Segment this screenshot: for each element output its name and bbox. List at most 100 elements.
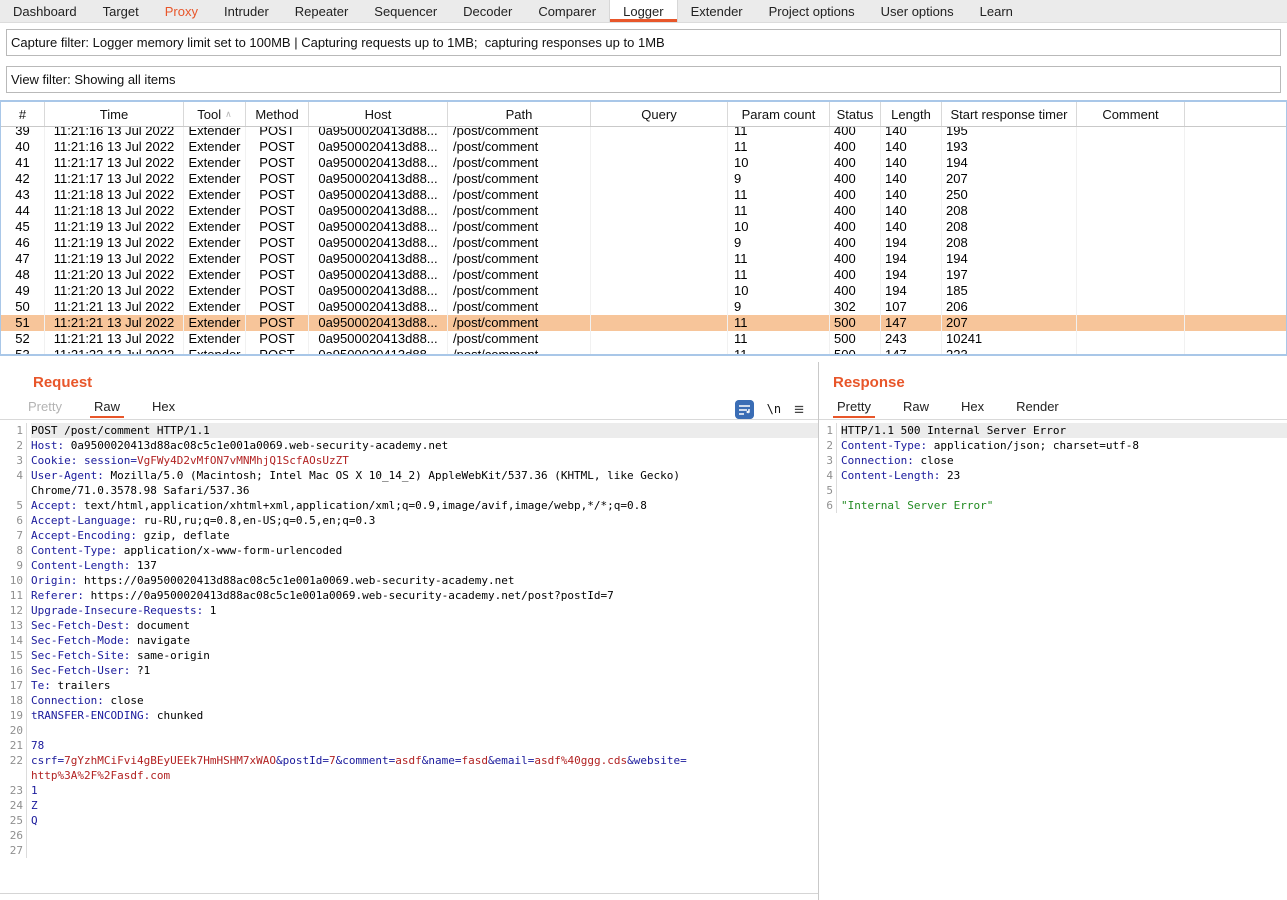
line-number: 4 [819,468,837,483]
cell-comment [1077,251,1185,267]
table-row[interactable]: 4211:21:17 13 Jul 2022ExtenderPOST0a9500… [1,171,1286,187]
main-tab-dashboard[interactable]: Dashboard [0,0,90,22]
cell-query [591,347,728,356]
editor-menu-icon[interactable]: ≡ [794,401,804,418]
main-tab-logger[interactable]: Logger [609,0,677,22]
main-tab-repeater[interactable]: Repeater [282,0,361,22]
column-label: Path [506,107,533,122]
syntax-segment: Host: [31,439,64,452]
cell-status: 400 [830,235,881,251]
cell-length: 140 [881,127,942,139]
line-number: 17 [0,678,27,693]
column-header-method[interactable]: Method [246,102,309,126]
response-tab-pretty[interactable]: Pretty [835,398,873,418]
cell-query [591,235,728,251]
table-row[interactable]: 5011:21:21 13 Jul 2022ExtenderPOST0a9500… [1,299,1286,315]
column-header-query[interactable]: Query [591,102,728,126]
table-row[interactable]: 4011:21:16 13 Jul 2022ExtenderPOST0a9500… [1,139,1286,155]
column-header-param-count[interactable]: Param count [728,102,830,126]
main-tab-extender[interactable]: Extender [678,0,756,22]
line-content: csrf=7gYzhMCiFvi4gBEyUEEk7HmHSHM7xWAO&po… [31,753,818,768]
line-content: Content-Length: 23 [841,468,1287,483]
column-header-length[interactable]: Length [881,102,942,126]
cell-start-response-timer: 207 [942,315,1077,331]
word-wrap-icon[interactable] [735,400,754,419]
table-row-selected[interactable]: 5111:21:21 13 Jul 2022ExtenderPOST0a9500… [1,315,1286,331]
cell-path: /post/comment [448,283,591,299]
syntax-segment: 137 [130,559,157,572]
column-header-time[interactable]: Time [45,102,184,126]
request-editor[interactable]: 1POST /post/comment HTTP/1.12Host: 0a950… [0,420,818,894]
main-tab-target[interactable]: Target [90,0,152,22]
column-header--[interactable]: # [1,102,45,126]
response-tab-render[interactable]: Render [1014,398,1061,418]
view-filter-bar[interactable]: View filter: Showing all items [6,66,1281,93]
cell-method: POST [246,283,309,299]
line-content: Te: trailers [31,678,818,693]
capture-filter-bar[interactable]: Capture filter: Logger memory limit set … [6,29,1281,56]
syntax-segment: 23 [940,469,960,482]
table-row[interactable]: 5311:21:22 13 Jul 2022ExtenderPOST0a9500… [1,347,1286,356]
cell-comment [1077,219,1185,235]
main-tab-user-options[interactable]: User options [868,0,967,22]
cell-path: /post/comment [448,315,591,331]
cell-param-count: 11 [728,251,830,267]
table-row[interactable]: 5211:21:21 13 Jul 2022ExtenderPOST0a9500… [1,331,1286,347]
table-row[interactable]: 4711:21:19 13 Jul 2022ExtenderPOST0a9500… [1,251,1286,267]
main-tab-intruder[interactable]: Intruder [211,0,282,22]
cell-start-response-timer: 10241 [942,331,1077,347]
syntax-segment: Connection: [31,694,104,707]
syntax-segment: HTTP/1.1 500 Internal Server Error [841,424,1066,437]
column-header-start-response-timer[interactable]: Start response timer [942,102,1077,126]
syntax-segment: POST /post/comment HTTP/1.1 [31,424,210,437]
cell-status: 500 [830,315,881,331]
column-header-status[interactable]: Status [830,102,881,126]
request-tab-hex[interactable]: Hex [150,398,177,418]
main-tab-learn[interactable]: Learn [967,0,1026,22]
column-header-tool[interactable]: Tool∧ [184,102,246,126]
column-header-comment[interactable]: Comment [1077,102,1185,126]
cell-start-response-timer: 207 [942,171,1077,187]
table-row[interactable]: 3911:21:16 13 Jul 2022ExtenderPOST0a9500… [1,127,1286,139]
response-editor[interactable]: 1HTTP/1.1 500 Internal Server Error2Cont… [819,420,1287,900]
line-number: 24 [0,798,27,813]
cell-method: POST [246,203,309,219]
table-row[interactable]: 4511:21:19 13 Jul 2022ExtenderPOST0a9500… [1,219,1286,235]
cell-method: POST [246,267,309,283]
cell-host: 0a9500020413d88... [309,155,448,171]
line-content: Q [31,813,818,828]
table-row[interactable]: 4611:21:19 13 Jul 2022ExtenderPOST0a9500… [1,235,1286,251]
cell-param-count: 10 [728,283,830,299]
syntax-segment: Upgrade-Insecure-Requests: [31,604,203,617]
cell-param-count: 11 [728,267,830,283]
response-tab-raw[interactable]: Raw [901,398,931,418]
cell-length: 140 [881,187,942,203]
cell-host: 0a9500020413d88... [309,331,448,347]
cell-length: 140 [881,219,942,235]
table-row[interactable]: 4411:21:18 13 Jul 2022ExtenderPOST0a9500… [1,203,1286,219]
syntax-segment: Connection: [841,454,914,467]
column-header-host[interactable]: Host [309,102,448,126]
main-tab-project-options[interactable]: Project options [756,0,868,22]
response-editor-line: 3Connection: close [819,453,1287,468]
main-tab-sequencer[interactable]: Sequencer [361,0,450,22]
main-tab-decoder[interactable]: Decoder [450,0,525,22]
newline-toggle-icon[interactable]: \n [767,402,781,416]
request-tab-raw[interactable]: Raw [92,398,122,418]
table-row[interactable]: 4811:21:20 13 Jul 2022ExtenderPOST0a9500… [1,267,1286,283]
main-tab-comparer[interactable]: Comparer [525,0,609,22]
line-content: Referer: https://0a9500020413d88ac08c5c1… [31,588,818,603]
line-content: Accept: text/html,application/xhtml+xml,… [31,498,818,513]
column-header-path[interactable]: Path [448,102,591,126]
request-editor-line: 26 [0,828,818,843]
main-tab-proxy[interactable]: Proxy [152,0,211,22]
cell--: 45 [1,219,45,235]
response-tab-hex[interactable]: Hex [959,398,986,418]
line-content: Chrome/71.0.3578.98 Safari/537.36 [31,483,818,498]
request-editor-line: 25 Q [0,813,818,828]
table-row[interactable]: 4911:21:20 13 Jul 2022ExtenderPOST0a9500… [1,283,1286,299]
table-row[interactable]: 4111:21:17 13 Jul 2022ExtenderPOST0a9500… [1,155,1286,171]
table-row[interactable]: 4311:21:18 13 Jul 2022ExtenderPOST0a9500… [1,187,1286,203]
cell-host: 0a9500020413d88... [309,203,448,219]
line-number: 25 [0,813,27,828]
